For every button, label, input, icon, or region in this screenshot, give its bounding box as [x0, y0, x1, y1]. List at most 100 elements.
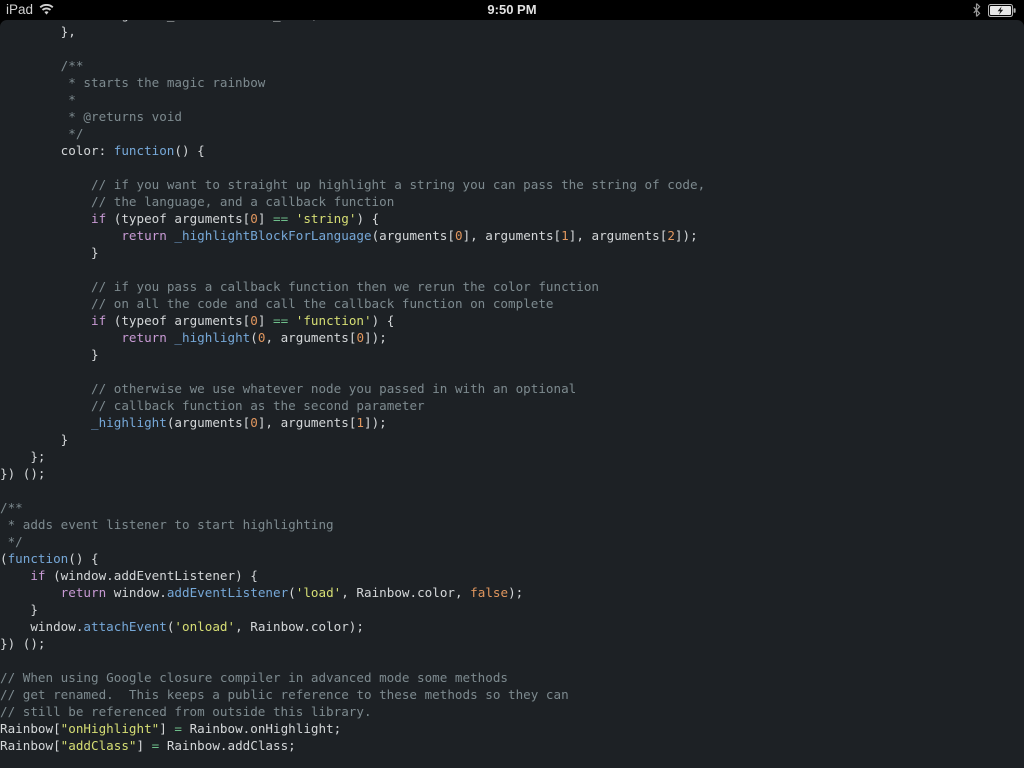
code-token-number: 1 — [356, 415, 364, 430]
code-token-plain: ], arguments[ — [257, 415, 357, 430]
code-token-plain: ]); — [364, 330, 387, 345]
code-token-number: 0 — [454, 228, 463, 243]
code-token-number: 1 — [561, 228, 569, 243]
code-token-plain: Rainbow[ — [0, 721, 61, 736]
code-token-function: _highlight — [91, 415, 167, 430]
code-token-operator: = — [174, 721, 183, 736]
code-line: if (typeof arguments[0] == 'function') { — [0, 312, 1024, 329]
code-line: if (window.addEventListener) { — [0, 567, 1024, 584]
code-line: }; — [0, 448, 1024, 465]
code-line: // When using Google closure compiler in… — [0, 669, 1024, 686]
code-line: } — [0, 346, 1024, 363]
clock-label: 9:50 PM — [487, 2, 537, 17]
status-bar: iPad 9:50 PM — [0, 0, 1024, 20]
code-token-string: 'function' — [295, 313, 372, 328]
source-code-block[interactable]: global_class = class_name; }, /** * star… — [0, 20, 1024, 754]
code-line: Rainbow["addClass"] = Rainbow.addClass; — [0, 737, 1024, 754]
code-token-number: 0 — [250, 415, 258, 430]
code-token-comment: // the language, and a callback function — [91, 194, 395, 209]
code-line: } — [0, 244, 1024, 261]
status-bar-right — [972, 0, 1016, 20]
code-token-plain: ] — [257, 313, 273, 328]
code-token-comment: /** — [0, 500, 23, 515]
code-line: (function() { — [0, 550, 1024, 567]
code-token-keyword: if — [91, 313, 107, 328]
code-line: } — [0, 431, 1024, 448]
code-line: * adds event listener to start highlight… — [0, 516, 1024, 533]
code-token-comment: // still be referenced from outside this… — [0, 704, 372, 719]
code-token-plain: window. — [106, 585, 167, 600]
code-token-plain: () { — [68, 551, 99, 566]
code-viewer-surface[interactable]: global_class = class_name; }, /** * star… — [0, 20, 1024, 768]
code-token-number: 0 — [250, 211, 258, 226]
status-bar-center: 9:50 PM — [0, 0, 1024, 20]
code-token-plain: ], arguments[ — [462, 228, 562, 243]
code-token-plain: (arguments[ — [371, 228, 455, 243]
code-token-comment: */ — [0, 534, 23, 549]
code-token-keyword: if — [91, 211, 107, 226]
code-token-plain: (window.addEventListener) { — [45, 568, 258, 583]
code-token-comment: // otherwise we use whatever node you pa… — [91, 381, 577, 396]
code-token-plain: }) (); — [0, 466, 46, 481]
code-token-comment: // get renamed. This keeps a public refe… — [0, 687, 569, 702]
code-line: }) (); — [0, 465, 1024, 482]
code-token-plain: ) { — [356, 211, 380, 226]
code-token-plain: }; — [0, 449, 46, 464]
code-line: * — [0, 91, 1024, 108]
code-token-keyword: return — [121, 228, 167, 243]
code-token-function: function — [7, 551, 69, 566]
code-token-string: 'string' — [295, 211, 357, 226]
code-token-plain: (typeof arguments[ — [106, 211, 251, 226]
code-token-keyword: return — [60, 585, 107, 600]
code-token-comment: * starts the magic rainbow — [60, 75, 266, 90]
code-token-plain: }) (); — [0, 636, 46, 651]
code-token-operator: = — [220, 20, 228, 22]
code-token-plain: , Rainbow.color); — [235, 619, 364, 634]
code-token-operator: == — [273, 211, 289, 226]
code-token-string: "onHighlight" — [60, 721, 160, 736]
code-token-plain: Rainbow[ — [0, 738, 61, 753]
code-line: color: function() { — [0, 142, 1024, 159]
code-token-constant: false — [470, 585, 509, 600]
code-token-comment: // on all the code and call the callback… — [91, 296, 554, 311]
ipad-screen: iPad 9:50 PM}, /** * starts the magic r… — [0, 0, 1024, 768]
code-token-plain: class_name; — [228, 20, 318, 22]
code-line: */ — [0, 125, 1024, 142]
code-line: } — [0, 601, 1024, 618]
code-line: * @returns void — [0, 108, 1024, 125]
code-line: // still be referenced from outside this… — [0, 703, 1024, 720]
code-token-plain: ); — [508, 585, 524, 600]
code-line: // if you pass a callback function then … — [0, 278, 1024, 295]
code-token-plain: window. — [0, 619, 84, 634]
code-token-comment: * adds event listener to start highlight… — [0, 517, 334, 532]
code-token-plain: ( — [0, 551, 8, 566]
code-token-comment: // if you want to straight up highlight … — [91, 177, 706, 192]
code-line: return _highlight(0, arguments[0]); — [0, 329, 1024, 346]
code-line: return _highlightBlockForLanguage(argume… — [0, 227, 1024, 244]
code-token-function: addEventListener — [166, 585, 289, 600]
code-token-plain: } — [0, 602, 38, 617]
code-token-function: _highlight — [174, 330, 251, 345]
code-token-string: "addClass" — [60, 738, 137, 753]
code-token-string: 'load' — [295, 585, 342, 600]
code-line: }) (); — [0, 635, 1024, 652]
code-token-plain: , arguments[ — [265, 330, 357, 345]
code-line: // if you want to straight up highlight … — [0, 176, 1024, 193]
